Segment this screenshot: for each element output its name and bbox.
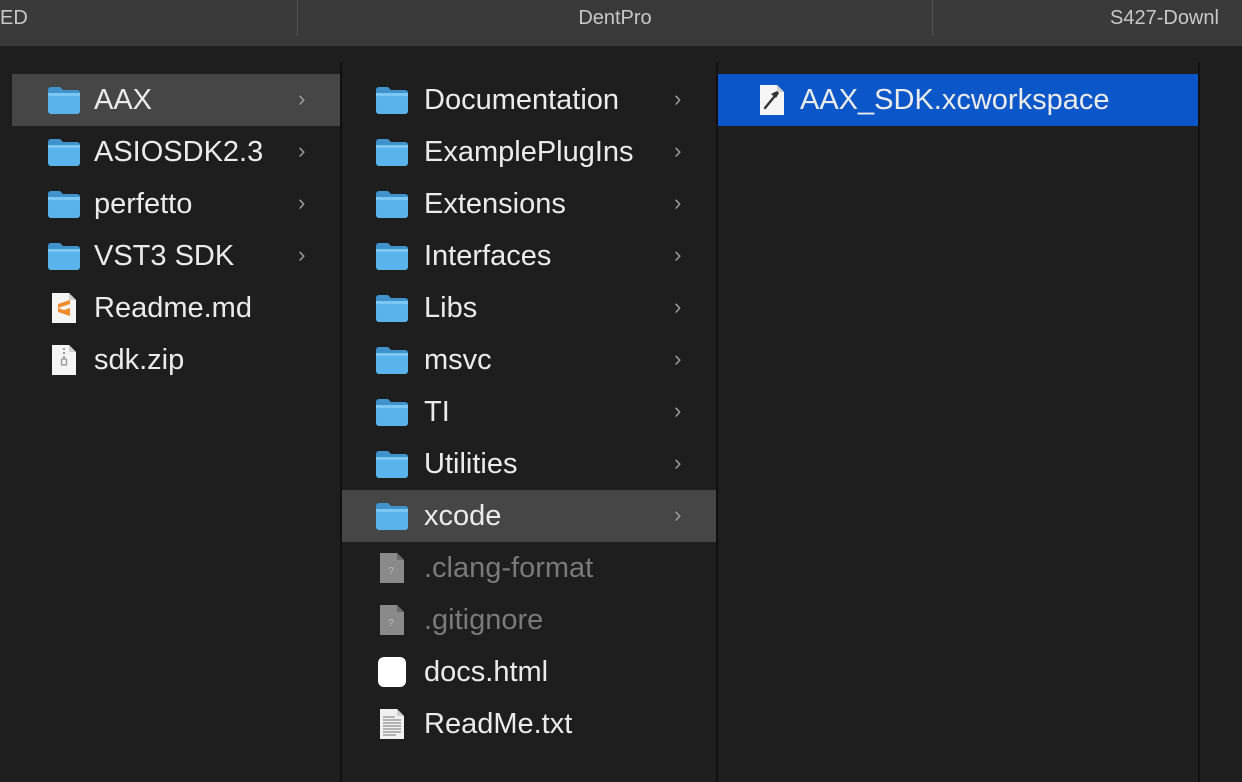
item-label: msvc bbox=[424, 344, 492, 376]
folder-row[interactable]: VST3 SDK › bbox=[12, 230, 340, 282]
item-label: perfetto bbox=[94, 188, 193, 220]
folder-icon bbox=[46, 188, 82, 220]
item-label: Extensions bbox=[424, 188, 566, 220]
folder-row[interactable]: Utilities › bbox=[342, 438, 716, 490]
folder-icon bbox=[46, 136, 82, 168]
chevron-right-icon: › bbox=[674, 502, 682, 527]
item-label: xcode bbox=[424, 500, 502, 532]
chevron-right-icon: › bbox=[674, 86, 682, 111]
folder-icon bbox=[46, 240, 82, 272]
item-label: Readme.md bbox=[94, 292, 252, 324]
chevron-right-icon: › bbox=[674, 450, 682, 475]
html-file-icon bbox=[374, 656, 410, 688]
file-row[interactable]: AAX_SDK.xcworkspace bbox=[718, 74, 1198, 126]
folder-row[interactable]: Interfaces › bbox=[342, 230, 716, 282]
folder-row[interactable]: xcode › bbox=[342, 490, 716, 542]
svg-text:?: ? bbox=[388, 618, 394, 629]
folder-row[interactable]: TI › bbox=[342, 386, 716, 438]
column-1[interactable]: AAX › ASIOSDK2.3 › perfetto › VST3 SDK › Rea… bbox=[12, 46, 340, 782]
item-label: ASIOSDK2.3 bbox=[94, 136, 264, 168]
chevron-right-icon: › bbox=[674, 346, 682, 371]
folder-icon bbox=[374, 136, 410, 168]
folder-icon bbox=[46, 84, 82, 116]
file-row[interactable]: Readme.md bbox=[12, 282, 340, 334]
tab-previous[interactable]: ED bbox=[0, 0, 28, 36]
file-row[interactable]: ? .gitignore bbox=[342, 594, 716, 646]
chevron-right-icon: › bbox=[298, 190, 306, 215]
item-label: VST3 SDK bbox=[94, 240, 235, 272]
item-label: Documentation bbox=[424, 84, 620, 116]
folder-icon bbox=[374, 448, 410, 480]
unknown-file-icon: ? bbox=[374, 552, 410, 584]
folder-row[interactable]: ExamplePlugIns › bbox=[342, 126, 716, 178]
folder-row[interactable]: AAX › bbox=[12, 74, 340, 126]
item-label: .gitignore bbox=[424, 604, 544, 636]
folder-row[interactable]: Libs › bbox=[342, 282, 716, 334]
folder-row[interactable]: perfetto › bbox=[12, 178, 340, 230]
item-label: ReadMe.txt bbox=[424, 708, 573, 740]
file-row[interactable]: sdk.zip bbox=[12, 334, 340, 386]
chevron-right-icon: › bbox=[298, 138, 306, 163]
chevron-right-icon: › bbox=[674, 242, 682, 267]
unknown-file-icon: ? bbox=[374, 604, 410, 636]
item-label: AAX bbox=[94, 84, 153, 116]
text-file-icon bbox=[374, 708, 410, 740]
item-label: Utilities bbox=[424, 448, 518, 480]
item-label: docs.html bbox=[424, 656, 549, 688]
column-3[interactable]: AAX_SDK.xcworkspace bbox=[718, 46, 1198, 782]
item-label: ExamplePlugIns bbox=[424, 136, 634, 168]
svg-text:?: ? bbox=[388, 566, 394, 577]
folder-icon bbox=[374, 500, 410, 532]
column-divider[interactable] bbox=[1198, 62, 1200, 782]
chevron-right-icon: › bbox=[298, 86, 306, 111]
file-row[interactable]: docs.html bbox=[342, 646, 716, 698]
item-label: Libs bbox=[424, 292, 478, 324]
sublime-text-file-icon bbox=[46, 292, 82, 324]
chevron-right-icon: › bbox=[674, 294, 682, 319]
folder-row[interactable]: msvc › bbox=[342, 334, 716, 386]
tab-dentpro[interactable]: DentPro bbox=[298, 0, 932, 36]
item-label: Interfaces bbox=[424, 240, 552, 272]
folder-icon bbox=[374, 344, 410, 376]
folder-icon bbox=[374, 84, 410, 116]
file-row[interactable]: ? .clang-format bbox=[342, 542, 716, 594]
tab-next[interactable]: S427-Downl bbox=[1110, 0, 1219, 36]
zip-file-icon bbox=[46, 344, 82, 376]
folder-icon bbox=[374, 292, 410, 324]
folder-row[interactable]: ASIOSDK2.3 › bbox=[12, 126, 340, 178]
folder-row[interactable]: Extensions › bbox=[342, 178, 716, 230]
folder-icon bbox=[374, 396, 410, 428]
chevron-right-icon: › bbox=[674, 138, 682, 163]
folder-row[interactable]: Documentation › bbox=[342, 74, 716, 126]
item-label: sdk.zip bbox=[94, 344, 185, 376]
xcode-workspace-icon bbox=[754, 84, 790, 116]
column-2[interactable]: Documentation › ExamplePlugIns › Extension… bbox=[342, 46, 716, 782]
item-label: TI bbox=[424, 396, 450, 428]
item-label: AAX_SDK.xcworkspace bbox=[800, 84, 1110, 116]
file-row[interactable]: ReadMe.txt bbox=[342, 698, 716, 750]
chevron-right-icon: › bbox=[298, 242, 306, 267]
folder-icon bbox=[374, 240, 410, 272]
tab-bar: ED DentPro S427-Downl bbox=[0, 0, 1242, 46]
chevron-right-icon: › bbox=[674, 398, 682, 423]
item-label: .clang-format bbox=[424, 552, 594, 584]
folder-icon bbox=[374, 188, 410, 220]
tab-divider bbox=[932, 0, 933, 36]
chevron-right-icon: › bbox=[674, 190, 682, 215]
